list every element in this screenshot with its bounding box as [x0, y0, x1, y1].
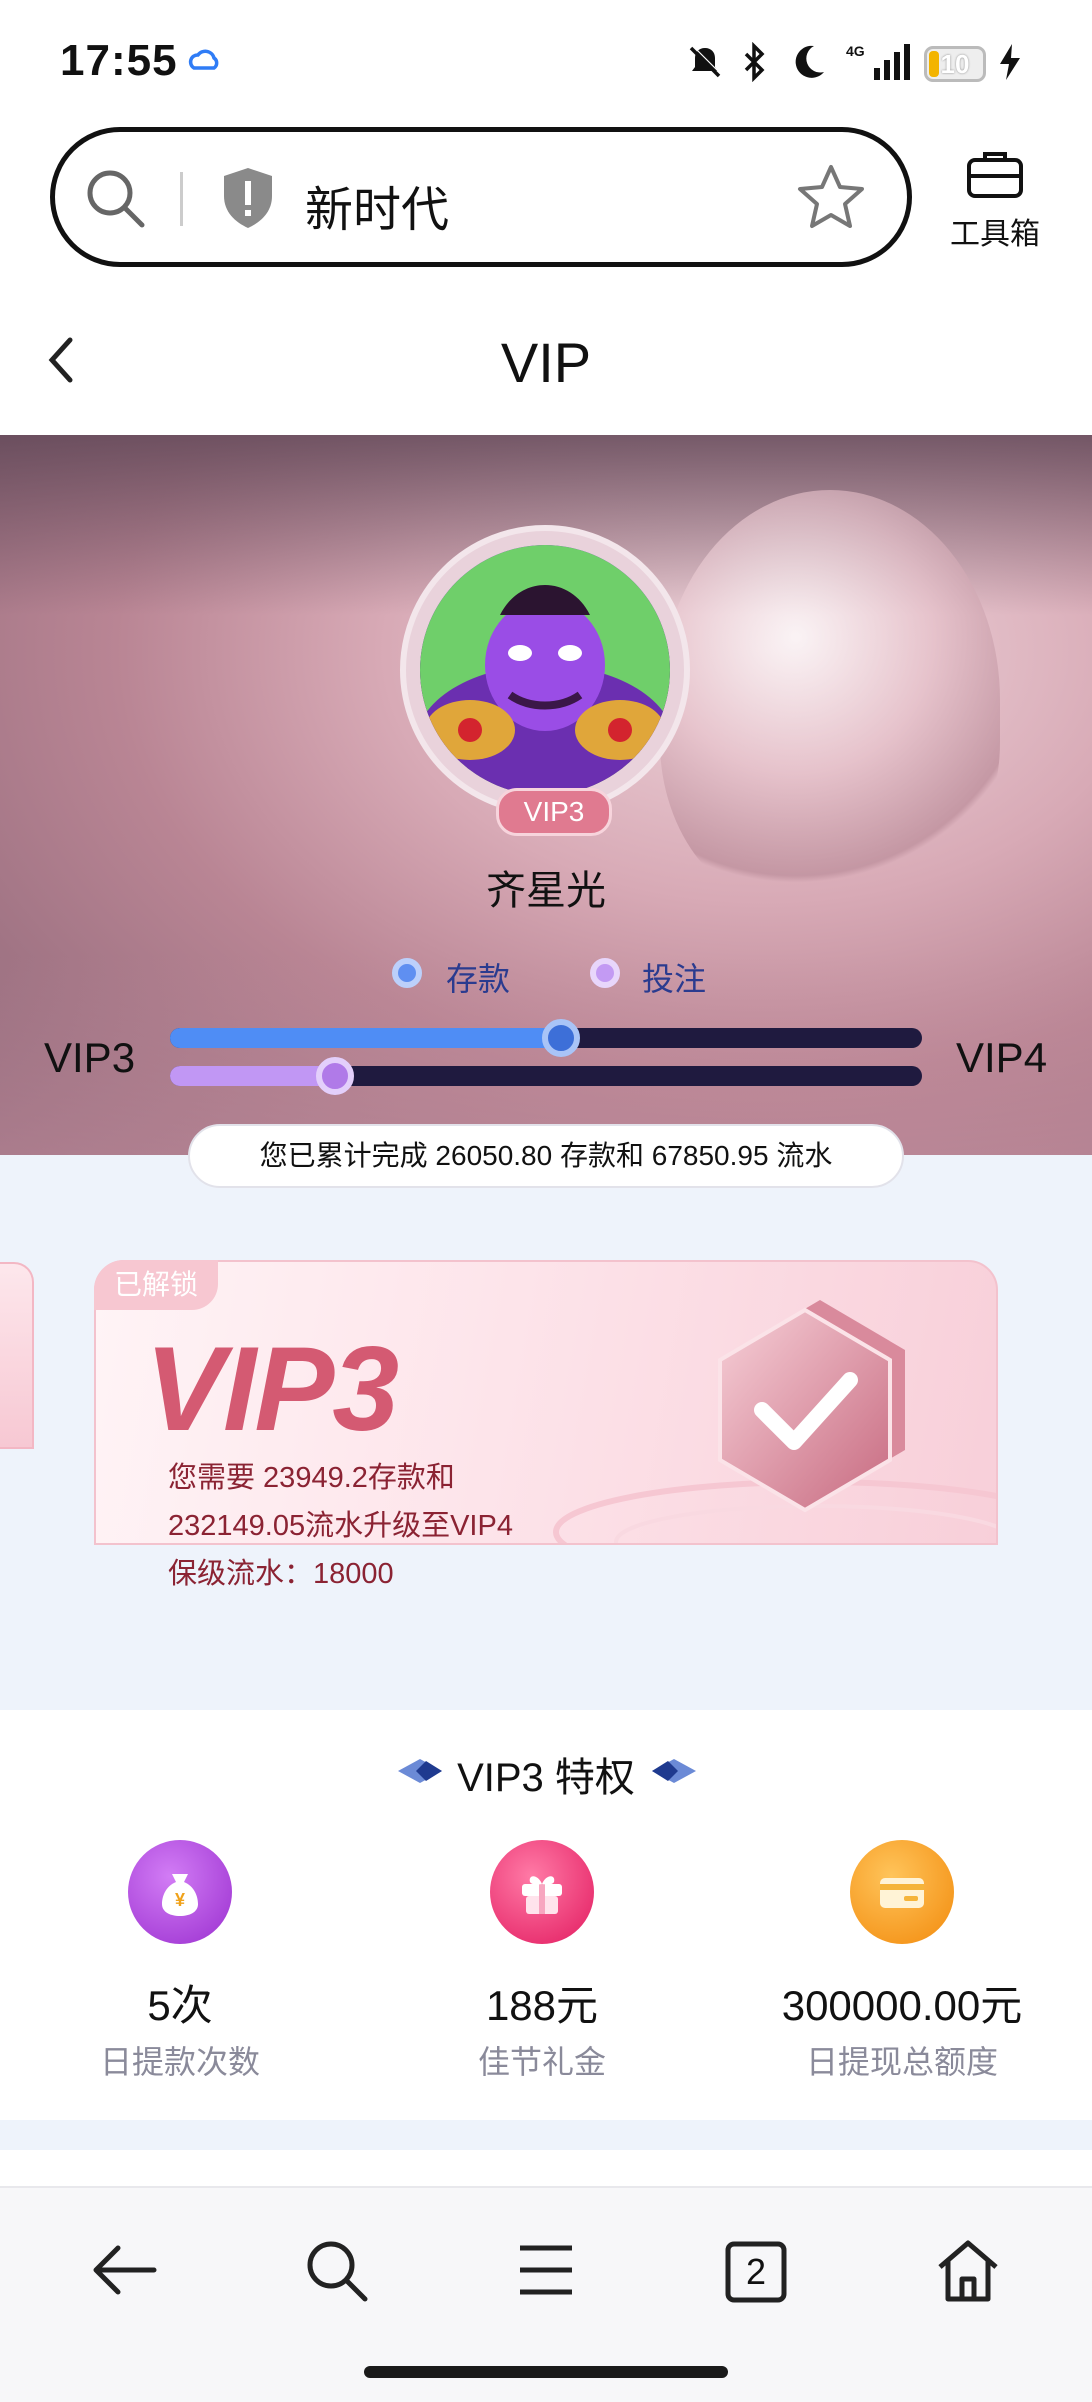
privilege-item-withdraw-limit: 300000.00元 日提现总额度	[752, 1840, 1052, 2083]
page-title: VIP	[500, 331, 592, 394]
unlocked-tag: 已解锁	[94, 1260, 218, 1310]
deposit-legend-dot	[392, 958, 422, 988]
retention-requirement: 保级流水：18000	[168, 1558, 394, 1590]
progress-summary: 您已累计完成 26050.80 存款和 67850.95 流水	[188, 1124, 904, 1188]
privileges-title: VIP3 特权	[457, 1756, 635, 1800]
section-divider	[0, 2120, 1092, 2150]
privilege-value: 188元	[485, 1982, 599, 2029]
arrow-left-icon	[88, 2240, 160, 2305]
nav-search-button[interactable]	[286, 2222, 386, 2322]
username: 齐星光	[486, 869, 606, 913]
privilege-item-withdrawals: ¥ 5次 日提款次数	[30, 1840, 330, 2083]
charging-icon	[996, 42, 1024, 82]
status-bar: 17:55 4G 10	[0, 0, 1092, 125]
mute-icon	[686, 42, 724, 82]
bet-progress-fill	[170, 1066, 336, 1086]
card-icon	[850, 1840, 954, 1944]
bluetooth-icon	[738, 42, 772, 82]
battery-level: 10	[940, 49, 970, 79]
home-icon	[934, 2237, 1002, 2308]
privilege-value: 300000.00元	[781, 1982, 1023, 2029]
deposit-progress-knob	[542, 1019, 581, 1057]
bookmark-star-icon[interactable]	[796, 162, 866, 237]
privilege-label: 佳节礼金	[477, 2044, 606, 2080]
svg-text:¥: ¥	[175, 1890, 185, 1910]
level-check-hexagon-icon	[690, 1290, 930, 1530]
home-indicator[interactable]	[364, 2366, 728, 2378]
nav-tabs-button[interactable]: 2	[706, 2222, 806, 2322]
moon-icon	[788, 42, 828, 82]
gift-icon	[490, 1840, 594, 1944]
bet-legend-dot	[590, 958, 620, 988]
upgrade-requirement-line-2: 232149.05流水升级至VIP4	[168, 1510, 513, 1542]
signal-icon: 4G	[844, 42, 910, 82]
deposit-legend-label: 存款	[446, 961, 511, 997]
next-level-label: VIP4	[956, 1034, 1048, 1081]
tab-count: 2	[745, 2251, 767, 2292]
nav-menu-button[interactable]	[496, 2222, 596, 2322]
vip-level-badge: VIP3	[496, 788, 612, 836]
toolbox-button[interactable]: 工具箱	[940, 148, 1050, 253]
privilege-item-holiday-bonus: 188元 佳节礼金	[392, 1840, 692, 2083]
avatar[interactable]	[420, 545, 670, 795]
previous-level-card[interactable]	[0, 1262, 34, 1449]
search-icon[interactable]	[82, 165, 148, 236]
toolbox-icon	[965, 152, 1025, 204]
privilege-label: 日提款次数	[99, 2044, 260, 2080]
bet-progress-bar	[170, 1057, 922, 1095]
upgrade-requirement-line-1: 您需要 23949.2存款和	[168, 1462, 455, 1494]
menu-icon	[516, 2242, 576, 2303]
battery-indicator: 10	[924, 46, 986, 82]
network-type: 4G	[846, 43, 865, 59]
nav-back-button[interactable]	[74, 2222, 174, 2322]
privilege-value: 5次	[147, 1982, 213, 2029]
title-right-diamond-icon	[650, 1757, 698, 1790]
trophy-background-image	[660, 490, 1000, 910]
deposit-progress-fill	[170, 1028, 562, 1048]
status-time: 17:55	[60, 36, 178, 85]
tabs-icon: 2	[725, 2241, 787, 2303]
current-level-label: VIP3	[44, 1034, 136, 1081]
search-icon	[301, 2235, 371, 2310]
card-level-title: VIP3	[145, 1322, 399, 1456]
nav-home-button[interactable]	[918, 2222, 1018, 2322]
toolbox-label: 工具箱	[950, 218, 1040, 251]
money-bag-icon: ¥	[128, 1840, 232, 1944]
bet-legend-label: 投注	[642, 961, 707, 997]
privilege-label: 日提现总额度	[805, 2044, 998, 2080]
security-shield-icon[interactable]	[218, 165, 278, 236]
url-text[interactable]: 新时代	[305, 170, 449, 240]
cloud-sync-icon	[186, 42, 222, 82]
search-divider	[180, 172, 183, 226]
deposit-progress-bar	[170, 1019, 922, 1057]
